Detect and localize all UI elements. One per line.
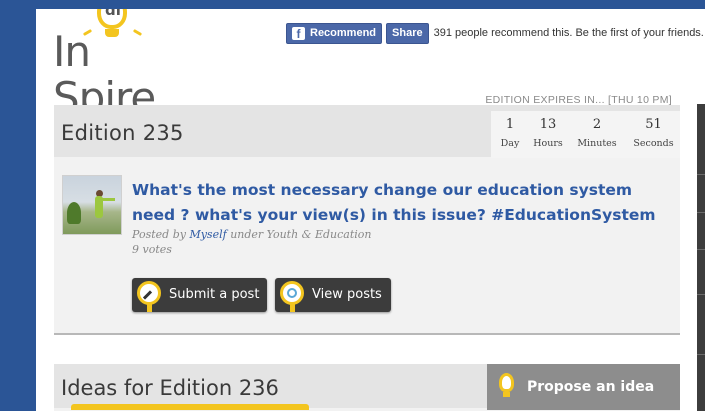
facebook-widget: f Recommend Share 391 people recommend t… xyxy=(286,22,704,44)
pen-icon xyxy=(142,290,153,300)
social-text: 391 people recommend this. Be the first … xyxy=(433,27,704,39)
countdown-day: 1 Day xyxy=(491,111,529,158)
bulb-base xyxy=(503,392,510,397)
logo[interactable]: di InSpire xyxy=(53,9,213,121)
post-thumbnail[interactable] xyxy=(62,175,122,235)
countdown-label: Seconds xyxy=(633,138,674,149)
countdown-value: 2 xyxy=(592,117,602,132)
submit-post-button[interactable]: Submit a post xyxy=(132,278,267,312)
ideas-header: Ideas for Edition 236 Propose an idea xyxy=(54,364,680,410)
post-category: under Youth & Education xyxy=(230,228,372,241)
propose-idea-button[interactable]: Propose an idea xyxy=(487,364,680,410)
ideas-tab-accent xyxy=(71,404,309,410)
facebook-icon: f xyxy=(292,26,305,41)
author-link[interactable]: Myself xyxy=(189,228,226,241)
ideas-title: Ideas for Edition 236 xyxy=(61,376,279,400)
countdown-label: Hours xyxy=(533,138,563,149)
countdown-value: 1 xyxy=(505,117,515,132)
posted-by-prefix: Posted by xyxy=(132,228,186,241)
tree-shape xyxy=(67,202,81,224)
countdown-label: Minutes xyxy=(577,138,617,149)
countdown-value: 51 xyxy=(645,117,662,132)
side-panel-edge xyxy=(697,104,705,411)
logo-word-left: In xyxy=(53,27,91,76)
view-posts-label: View posts xyxy=(312,287,382,302)
vote-count: 9 votes xyxy=(132,243,172,256)
magnifier-icon xyxy=(287,288,297,298)
countdown-minutes: 2 Minutes xyxy=(567,111,627,158)
edition-header: Edition 235 1 Day 13 Hours 2 Minutes 51 … xyxy=(54,105,680,158)
countdown-timer: 1 Day 13 Hours 2 Minutes 51 Seconds xyxy=(491,111,680,158)
view-posts-button[interactable]: View posts xyxy=(275,278,391,312)
recommend-button[interactable]: f Recommend xyxy=(286,22,383,44)
ideas-panel: Ideas for Edition 236 Propose an idea xyxy=(54,364,680,411)
magnifier-bulb-icon xyxy=(280,281,304,312)
share-button[interactable]: Share xyxy=(386,22,429,44)
submit-post-label: Submit a post xyxy=(169,287,260,302)
edition-title: Edition 235 xyxy=(61,121,184,145)
person-arm xyxy=(101,198,115,201)
bulb-icon xyxy=(499,373,514,392)
pen-bulb-icon xyxy=(137,281,161,312)
countdown-hours: 13 Hours xyxy=(529,111,567,158)
post-meta: Posted by Myself under Youth & Education… xyxy=(132,227,372,257)
propose-idea-label: Propose an idea xyxy=(527,379,655,395)
logo-badge: di xyxy=(105,9,121,19)
post-title-link[interactable]: What's the most necessary change our edu… xyxy=(132,178,662,228)
share-label: Share xyxy=(392,26,423,39)
recommend-label: Recommend xyxy=(310,26,377,39)
edition-panel: Edition 235 1 Day 13 Hours 2 Minutes 51 … xyxy=(54,105,680,335)
countdown-seconds: 51 Seconds xyxy=(627,111,680,158)
countdown-label: Day xyxy=(500,138,520,149)
countdown-value: 13 xyxy=(539,117,557,132)
page: di InSpire f Recommend Share 391 people … xyxy=(36,9,705,411)
